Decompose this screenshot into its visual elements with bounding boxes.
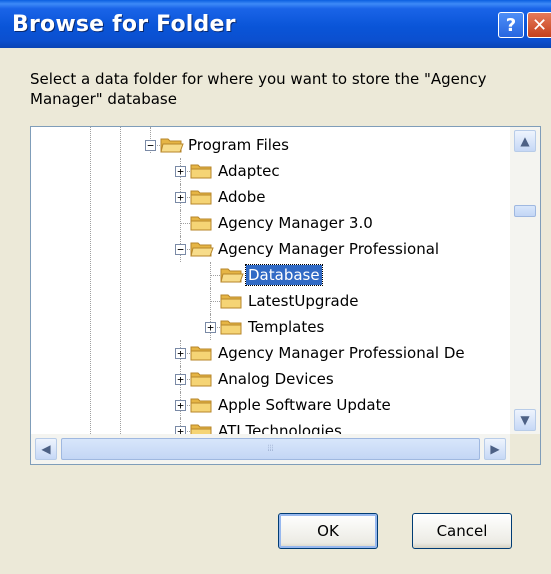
- cancel-button[interactable]: Cancel: [412, 513, 512, 549]
- scroll-right-button[interactable]: ▶: [484, 438, 506, 460]
- open-folder-icon: [220, 266, 244, 284]
- folder-icon: [190, 370, 214, 388]
- vertical-scroll-thumb[interactable]: [514, 205, 536, 217]
- tree-item[interactable]: + Analog Devices: [31, 366, 510, 392]
- tree-item-label[interactable]: Program Files: [186, 135, 291, 155]
- horizontal-scrollbar[interactable]: ◀ ⦙⦙⦙ ▶: [31, 434, 510, 464]
- tree-item[interactable]: − Program Files: [31, 132, 510, 158]
- folder-icon: [190, 396, 214, 414]
- expand-icon[interactable]: +: [175, 348, 186, 359]
- tree-item[interactable]: Agency Manager 3.0: [31, 210, 510, 236]
- horizontal-scroll-thumb[interactable]: ⦙⦙⦙: [61, 438, 480, 460]
- collapse-icon[interactable]: −: [175, 244, 186, 255]
- tree-item[interactable]: − Agency Manager Professional: [31, 236, 510, 262]
- expand-icon[interactable]: +: [175, 192, 186, 203]
- vertical-scrollbar[interactable]: ▲ ▼: [510, 127, 540, 434]
- tree-item-label[interactable]: Database: [245, 264, 323, 286]
- open-folder-icon: [190, 240, 214, 258]
- tree-item-label[interactable]: Analog Devices: [216, 369, 336, 389]
- tree-item-label[interactable]: Templates: [246, 317, 326, 337]
- expand-icon[interactable]: +: [175, 374, 186, 385]
- tree-connector-line: [210, 288, 211, 314]
- ok-button[interactable]: OK: [278, 513, 378, 549]
- scroll-up-button[interactable]: ▲: [514, 130, 536, 152]
- folder-tree-viewport: − Program Files + Adaptec + Adobe Agency Manag…: [31, 127, 510, 434]
- window-title: Browse for Folder: [12, 12, 236, 37]
- tree-item-label[interactable]: ATI Technologies: [216, 421, 344, 434]
- expand-icon[interactable]: +: [205, 322, 216, 333]
- title-bar[interactable]: Browse for Folder ? ✕: [0, 0, 551, 48]
- tree-item[interactable]: + Agency Manager Professional De: [31, 340, 510, 366]
- folder-icon: [190, 422, 214, 434]
- tree-item[interactable]: Database: [31, 262, 510, 288]
- tree-connector-line: [180, 210, 181, 236]
- browse-for-folder-dialog: Browse for Folder ? ✕ Select a data fold…: [0, 0, 551, 574]
- tree-connector-line: [210, 262, 211, 288]
- folder-icon: [220, 292, 244, 310]
- collapse-icon[interactable]: −: [145, 140, 156, 151]
- scroll-left-button[interactable]: ◀: [35, 438, 57, 460]
- open-folder-icon: [160, 136, 184, 154]
- tree-item-label[interactable]: Apple Software Update: [216, 395, 393, 415]
- tree-item[interactable]: + Templates: [31, 314, 510, 340]
- tree-item[interactable]: + Apple Software Update: [31, 392, 510, 418]
- folder-icon: [190, 162, 214, 180]
- help-button[interactable]: ?: [498, 12, 524, 38]
- scrollbar-corner: [510, 434, 540, 464]
- tree-item-label[interactable]: Agency Manager Professional: [216, 239, 441, 259]
- tree-item-label[interactable]: LatestUpgrade: [246, 291, 361, 311]
- tree-item[interactable]: + Adobe: [31, 184, 510, 210]
- tree-item[interactable]: LatestUpgrade: [31, 288, 510, 314]
- expand-icon[interactable]: +: [175, 400, 186, 411]
- tree-item[interactable]: + ATI Technologies: [31, 418, 510, 434]
- folder-icon: [190, 214, 214, 232]
- expand-icon[interactable]: +: [175, 166, 186, 177]
- folder-icon: [190, 344, 214, 362]
- tree-item[interactable]: + Adaptec: [31, 158, 510, 184]
- tree-item-label[interactable]: Adobe: [216, 187, 267, 207]
- scroll-down-button[interactable]: ▼: [514, 409, 536, 431]
- tree-item-label[interactable]: Agency Manager 3.0: [216, 213, 375, 233]
- folder-icon: [220, 318, 244, 336]
- expand-icon[interactable]: +: [175, 426, 186, 434]
- tree-item-label[interactable]: Adaptec: [216, 161, 282, 181]
- close-button[interactable]: ✕: [527, 12, 551, 38]
- instruction-text: Select a data folder for where you want …: [30, 70, 487, 108]
- folder-tree: − Program Files + Adaptec + Adobe Agency Manag…: [30, 126, 541, 465]
- folder-icon: [190, 188, 214, 206]
- tree-item-label[interactable]: Agency Manager Professional De: [216, 343, 467, 363]
